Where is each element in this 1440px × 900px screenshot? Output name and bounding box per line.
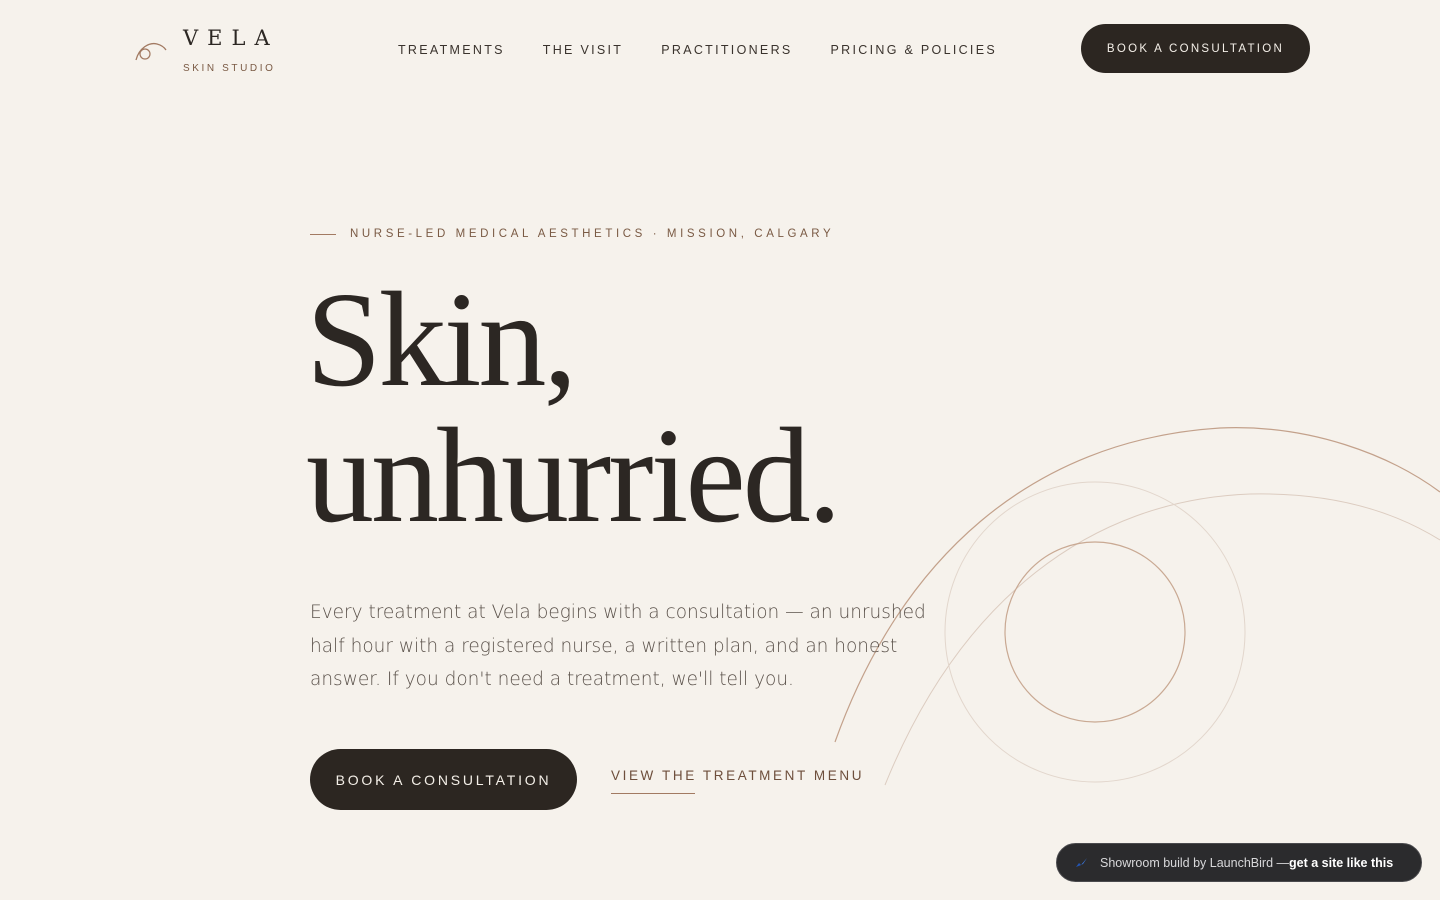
- brand-name: VELA: [183, 26, 279, 50]
- header-book-consultation-button[interactable]: BOOK A CONSULTATION: [1081, 24, 1310, 73]
- brand-logo[interactable]: VELA SKIN STUDIO: [133, 26, 283, 82]
- crescent-eye-icon: [135, 42, 167, 61]
- headline-line-1: Skin,: [306, 265, 577, 415]
- launchbird-icon: [1076, 857, 1087, 867]
- eyebrow-rule: [310, 233, 336, 235]
- treatment-menu-underline: [611, 793, 695, 794]
- nav-item-pricing-policies[interactable]: PRICING & POLICIES: [831, 43, 997, 57]
- hero-headline: Skin, unhurried.: [306, 265, 842, 551]
- launchbird-badge[interactable]: Showroom build by LaunchBird — get a sit…: [1056, 843, 1422, 882]
- nav-item-the-visit[interactable]: THE VISIT: [543, 43, 623, 57]
- badge-link[interactable]: get a site like this: [1289, 856, 1393, 870]
- eyebrow-text: NURSE-LED MEDICAL AESTHETICS · MISSION, …: [350, 228, 835, 240]
- view-treatment-menu-link[interactable]: VIEW THE TREATMENT MENU: [611, 768, 864, 783]
- primary-nav: TREATMENTS THE VISIT PRACTITIONERS PRICI…: [398, 43, 1035, 57]
- nav-item-treatments[interactable]: TREATMENTS: [398, 43, 505, 57]
- hero-book-consultation-button[interactable]: BOOK A CONSULTATION: [310, 749, 577, 810]
- hero-eyebrow: NURSE-LED MEDICAL AESTHETICS · MISSION, …: [310, 228, 834, 240]
- badge-text: Showroom build by LaunchBird —: [1100, 855, 1289, 870]
- headline-line-2: unhurried.: [306, 401, 842, 551]
- nav-item-practitioners[interactable]: PRACTITIONERS: [661, 43, 792, 57]
- hero-lede: Every treatment at Vela begins with a co…: [310, 602, 926, 690]
- brand-tagline: SKIN STUDIO: [183, 63, 276, 74]
